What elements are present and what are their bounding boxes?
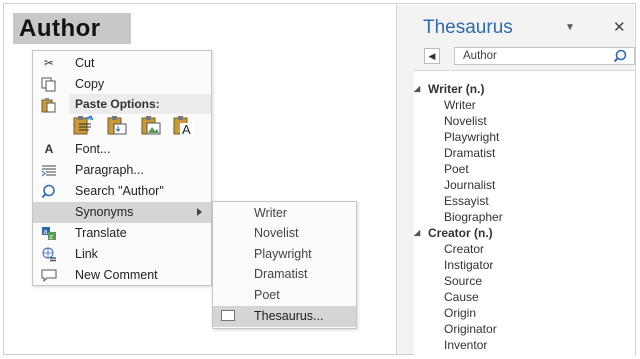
font-icon: A — [44, 142, 54, 156]
link-icon — [41, 247, 57, 262]
scissors-icon: ✂ — [43, 56, 55, 70]
paste-options-header: Paste Options: — [69, 94, 211, 114]
list-item[interactable]: Essayist — [444, 193, 489, 209]
menu-item-copy[interactable]: Copy — [33, 74, 211, 95]
comment-icon — [41, 268, 57, 283]
menu-item-font[interactable]: A Font... — [33, 139, 211, 160]
menu-item-paragraph[interactable]: Paragraph... — [33, 160, 211, 181]
pane-title: Thesaurus — [423, 17, 513, 38]
list-item[interactable]: Journalist — [444, 177, 495, 193]
menu-item-copy-label: Copy — [75, 77, 105, 91]
back-button[interactable]: ◀ — [424, 48, 440, 64]
thesaurus-icon — [221, 310, 235, 321]
collapse-triangle-icon: ◢ — [414, 84, 421, 93]
paste-options-label: Paste Options: — [75, 97, 160, 111]
menu-item-font-label: Font... — [75, 142, 111, 156]
thesaurus-pane: Thesaurus ▼ ✕ ◀ Author ◢ Writer (n.) Wri… — [396, 5, 635, 355]
pane-options-chevron-icon[interactable]: ▼ — [565, 22, 575, 33]
group-title: Creator (n.) — [428, 226, 493, 240]
list-item[interactable]: Creator — [444, 241, 484, 257]
paste-merge-formatting-button[interactable] — [105, 115, 129, 137]
selected-word[interactable]: Author — [13, 13, 131, 44]
group-title: Writer (n.) — [428, 82, 485, 96]
list-item[interactable]: Biographer — [444, 209, 503, 225]
synonyms-submenu: Writer Novelist Playwright Dramatist Poe… — [212, 201, 357, 329]
paste-keep-text-only-button[interactable]: A — [171, 115, 195, 137]
thesaurus-results-list: ◢ Writer (n.) Writer Novelist Playwright… — [414, 70, 635, 355]
list-item[interactable]: Novelist — [444, 113, 487, 129]
menu-item-synonyms[interactable]: Synonyms — [33, 202, 211, 223]
menu-item-paragraph-label: Paragraph... — [75, 163, 144, 177]
list-item[interactable]: Poet — [444, 161, 469, 177]
translate-icon: az — [41, 226, 57, 241]
synonym-item[interactable]: Novelist — [213, 223, 356, 243]
svg-text:z: z — [50, 234, 54, 241]
list-item[interactable]: Instigator — [444, 257, 493, 273]
list-item[interactable]: Playwright — [444, 129, 499, 145]
menu-item-new-comment[interactable]: New Comment — [33, 265, 211, 286]
paste-picture-button[interactable] — [139, 115, 163, 137]
menu-item-link-label: Link — [75, 247, 98, 261]
submenu-arrow-icon — [197, 208, 202, 216]
list-item[interactable]: Source — [444, 273, 482, 289]
search-icon — [41, 184, 57, 199]
menu-item-translate-label: Translate — [75, 226, 127, 240]
svg-text:A: A — [182, 122, 191, 137]
synonym-label: Playwright — [254, 247, 312, 261]
menu-item-thesaurus-label: Thesaurus... — [254, 309, 324, 323]
close-icon[interactable]: ✕ — [613, 18, 626, 36]
paragraph-icon — [41, 163, 57, 178]
context-menu: ✂ Cut Copy Paste Options: A A Font... Pa… — [32, 50, 212, 286]
menu-item-cut-label: Cut — [75, 56, 95, 70]
synonym-label: Novelist — [254, 226, 299, 240]
synonym-label: Writer — [254, 206, 288, 220]
list-item[interactable]: Originator — [444, 321, 497, 337]
list-item[interactable]: Origin — [444, 305, 476, 321]
menu-item-search[interactable]: Search "Author" — [33, 181, 211, 202]
menu-item-synonyms-label: Synonyms — [75, 205, 134, 219]
search-icon[interactable] — [613, 49, 627, 63]
synonym-item[interactable]: Writer — [213, 203, 356, 223]
menu-item-link[interactable]: Link — [33, 244, 211, 265]
copy-icon — [41, 77, 57, 92]
synonym-item[interactable]: Dramatist — [213, 264, 356, 284]
chevron-left-icon: ◀ — [428, 51, 436, 61]
menu-item-new-comment-label: New Comment — [75, 268, 158, 282]
svg-text:a: a — [44, 229, 48, 236]
menu-item-cut[interactable]: ✂ Cut — [33, 53, 211, 74]
synonym-item[interactable]: Playwright — [213, 244, 356, 264]
paste-keep-source-formatting-button[interactable] — [71, 115, 95, 137]
menu-item-search-label: Search "Author" — [75, 184, 164, 198]
synonym-label: Poet — [254, 288, 280, 302]
list-item[interactable]: Writer — [444, 97, 476, 113]
list-item[interactable]: Inventor — [444, 337, 487, 353]
menu-item-translate[interactable]: az Translate — [33, 223, 211, 244]
collapse-triangle-icon: ◢ — [414, 228, 421, 237]
list-item[interactable]: Dramatist — [444, 145, 495, 161]
menu-item-thesaurus[interactable]: Thesaurus... — [213, 306, 356, 327]
clipboard-icon — [41, 98, 57, 113]
thesaurus-search-input[interactable]: Author — [454, 47, 635, 65]
synonym-item[interactable]: Poet — [213, 285, 356, 305]
synonym-label: Dramatist — [254, 267, 308, 281]
list-item[interactable]: Cause — [444, 289, 479, 305]
